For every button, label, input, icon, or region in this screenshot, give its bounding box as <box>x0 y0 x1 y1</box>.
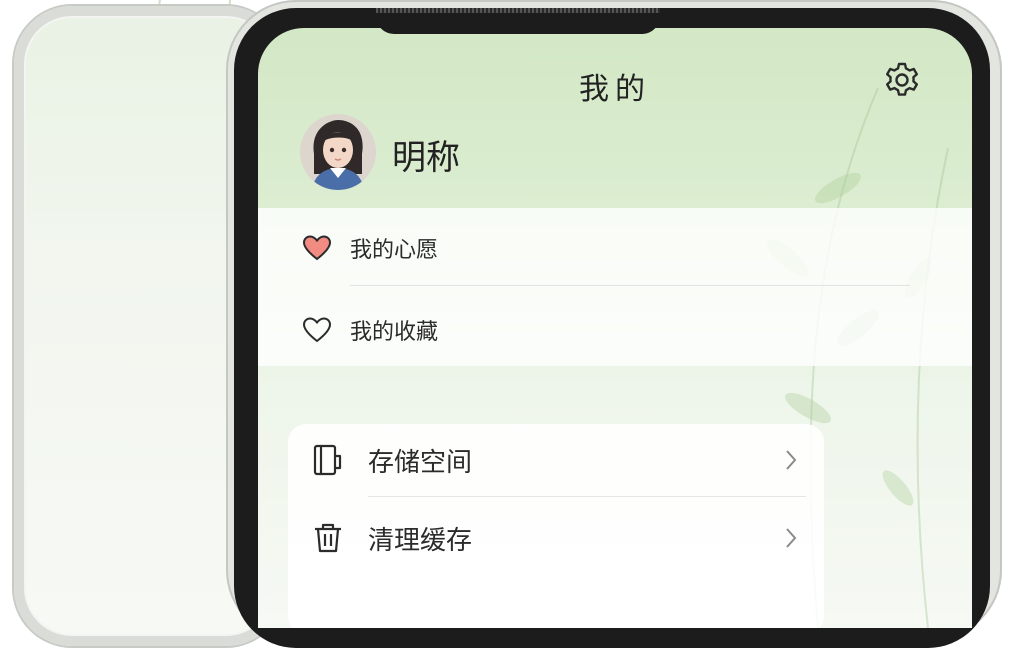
heart-filled-icon <box>302 235 332 261</box>
trash-icon <box>315 523 341 553</box>
settings-item-label: 清理缓存 <box>368 526 473 556</box>
phone-screen: 我的 明称 我的心愿 我的收藏 存储空间 清理缓存 <box>258 28 972 628</box>
divider <box>368 496 806 497</box>
avatar[interactable] <box>300 114 376 190</box>
storage-icon <box>313 444 342 476</box>
gear-icon <box>886 62 918 96</box>
menu-item-wishes[interactable]: 我的心愿 <box>258 208 972 288</box>
menu-item-favorites[interactable]: 我的收藏 <box>258 290 972 370</box>
divider <box>350 285 910 286</box>
settings-button[interactable] <box>878 56 926 104</box>
settings-item-storage[interactable]: 存储空间 <box>288 422 824 498</box>
chevron-right-icon <box>786 528 797 548</box>
username: 明称 <box>392 138 460 178</box>
chevron-right-icon <box>786 450 797 470</box>
settings-item-label: 存储空间 <box>368 448 473 478</box>
settings-item-clear-cache[interactable]: 清理缓存 <box>288 500 824 576</box>
speaker-grille <box>376 8 660 13</box>
avatar-image <box>300 114 376 190</box>
menu-item-label: 我的收藏 <box>350 320 439 345</box>
menu-item-label: 我的心愿 <box>350 238 439 263</box>
page-title: 我的 <box>579 72 651 107</box>
heart-outline-icon <box>302 317 332 343</box>
